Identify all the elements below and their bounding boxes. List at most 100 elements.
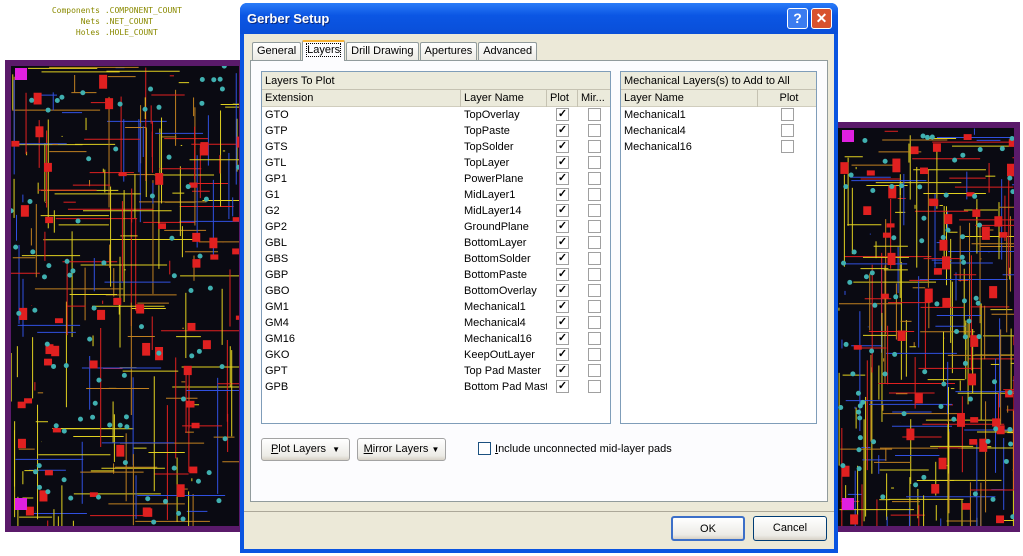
mechanical-layers-list[interactable]: Mechanical Layers(s) to Add to All Plots… — [620, 71, 817, 424]
column-header-mirror[interactable]: Mir... — [578, 90, 611, 107]
pcb-pad — [191, 422, 200, 429]
layer-row[interactable]: GTL TopLayer ✓ — [262, 155, 610, 171]
mirror-checkbox[interactable] — [588, 300, 601, 313]
plot-checkbox[interactable] — [781, 140, 794, 153]
layer-row[interactable]: GBO BottomOverlay ✓ — [262, 283, 610, 299]
plot-checkbox[interactable]: ✓ — [556, 108, 569, 121]
mirror-checkbox[interactable] — [588, 124, 601, 137]
plot-checkbox[interactable] — [781, 124, 794, 137]
plot-checkbox[interactable]: ✓ — [556, 236, 569, 249]
checkbox-box[interactable] — [478, 442, 491, 455]
dialog-title: Gerber Setup — [247, 11, 330, 26]
layer-row[interactable]: GTS TopSolder ✓ — [262, 139, 610, 155]
mirror-checkbox[interactable] — [588, 236, 601, 249]
ok-button[interactable]: OK — [671, 516, 745, 541]
layer-row[interactable]: GTP TopPaste ✓ — [262, 123, 610, 139]
mirror-checkbox[interactable] — [588, 316, 601, 329]
tab-layers[interactable]: Layers — [302, 40, 346, 61]
mirror-checkbox[interactable] — [588, 348, 601, 361]
mirror-checkbox[interactable] — [588, 220, 601, 233]
title-bar[interactable]: Gerber Setup ? ✕ — [240, 3, 838, 34]
tab-apertures[interactable]: Apertures — [419, 42, 478, 60]
layer-row[interactable]: GBS BottomSolder ✓ — [262, 251, 610, 267]
column-header-layer-name[interactable]: Layer Name — [621, 90, 758, 107]
column-header-extension[interactable]: Extension — [262, 90, 461, 107]
mirror-checkbox[interactable] — [588, 204, 601, 217]
mechanical-layer-row[interactable]: Mechanical4 — [621, 123, 816, 139]
pcb-pad — [897, 330, 906, 341]
plot-checkbox[interactable]: ✓ — [556, 156, 569, 169]
plot-checkbox[interactable]: ✓ — [556, 220, 569, 233]
pcb-via — [991, 379, 997, 385]
mechanical-layer-row[interactable]: Mechanical16 — [621, 139, 816, 155]
plot-checkbox[interactable] — [781, 108, 794, 121]
layer-row[interactable]: GBP BottomPaste ✓ — [262, 267, 610, 283]
pcb-via — [973, 295, 979, 301]
cancel-button[interactable]: Cancel — [753, 516, 827, 541]
mirror-checkbox[interactable] — [588, 268, 601, 281]
plot-checkbox[interactable]: ✓ — [556, 124, 569, 137]
pcb-via — [176, 510, 182, 516]
tab-advanced[interactable]: Advanced — [478, 42, 538, 60]
layer-row[interactable]: GBL BottomLayer ✓ — [262, 235, 610, 251]
layer-row[interactable]: GP1 PowerPlane ✓ — [262, 171, 610, 187]
help-button[interactable]: ? — [787, 8, 808, 29]
mirror-checkbox[interactable] — [588, 364, 601, 377]
pcb-via — [921, 215, 927, 221]
pcb-via — [211, 77, 217, 83]
tab-drill-drawing[interactable]: Drill Drawing — [346, 42, 419, 60]
column-header-plot[interactable]: Plot — [758, 90, 817, 107]
layer-name: BottomOverlay — [464, 285, 537, 297]
pcb-via — [869, 270, 875, 276]
column-header-layer-name[interactable]: Layer Name — [461, 90, 547, 107]
plot-checkbox[interactable]: ✓ — [556, 284, 569, 297]
layers-to-plot-list[interactable]: Layers To Plot Extension Layer Name Plot… — [261, 71, 611, 424]
pcb-via — [999, 146, 1005, 152]
mirror-checkbox[interactable] — [588, 108, 601, 121]
plot-checkbox[interactable]: ✓ — [556, 140, 569, 153]
layer-row[interactable]: GPB Bottom Pad Master ✓ — [262, 379, 610, 395]
mirror-checkbox[interactable] — [588, 172, 601, 185]
pcb-pad — [931, 484, 940, 494]
mirror-checkbox[interactable] — [588, 252, 601, 265]
plot-checkbox[interactable]: ✓ — [556, 364, 569, 377]
mirror-checkbox[interactable] — [588, 380, 601, 393]
layer-row[interactable]: GTO TopOverlay ✓ — [262, 107, 610, 123]
plot-checkbox[interactable]: ✓ — [556, 348, 569, 361]
layer-row[interactable]: GM1 Mechanical1 ✓ — [262, 299, 610, 315]
mechanical-layer-row[interactable]: Mechanical1 — [621, 107, 816, 123]
layer-row[interactable]: GM16 Mechanical16 ✓ — [262, 331, 610, 347]
pcb-via — [113, 146, 119, 152]
mirror-layers-button[interactable]: Mirror Layers ▼ — [357, 438, 446, 461]
mirror-checkbox[interactable] — [588, 188, 601, 201]
layer-name: MidLayer14 — [464, 205, 522, 217]
layer-row[interactable]: GPT Top Pad Master ✓ — [262, 363, 610, 379]
plot-checkbox[interactable]: ✓ — [556, 172, 569, 185]
layer-row[interactable]: GM4 Mechanical4 ✓ — [262, 315, 610, 331]
pcb-via — [185, 184, 191, 190]
plot-checkbox[interactable]: ✓ — [556, 332, 569, 345]
mirror-checkbox[interactable] — [588, 140, 601, 153]
pcb-via — [959, 254, 965, 260]
plot-checkbox[interactable]: ✓ — [556, 204, 569, 217]
plot-checkbox[interactable]: ✓ — [556, 316, 569, 329]
plot-checkbox[interactable]: ✓ — [556, 268, 569, 281]
layer-row[interactable]: G1 MidLayer1 ✓ — [262, 187, 610, 203]
mirror-checkbox[interactable] — [588, 332, 601, 345]
plot-checkbox[interactable]: ✓ — [556, 300, 569, 313]
pcb-via — [61, 428, 67, 434]
layer-row[interactable]: G2 MidLayer14 ✓ — [262, 203, 610, 219]
layer-row[interactable]: GKO KeepOutLayer ✓ — [262, 347, 610, 363]
plot-checkbox[interactable]: ✓ — [556, 252, 569, 265]
layer-extension: GTS — [265, 141, 288, 153]
mirror-checkbox[interactable] — [588, 284, 601, 297]
tab-general[interactable]: General — [252, 42, 302, 60]
column-header-plot[interactable]: Plot — [547, 90, 578, 107]
plot-checkbox[interactable]: ✓ — [556, 380, 569, 393]
layer-row[interactable]: GP2 GroundPlane ✓ — [262, 219, 610, 235]
mirror-checkbox[interactable] — [588, 156, 601, 169]
plot-checkbox[interactable]: ✓ — [556, 188, 569, 201]
pcb-pad — [142, 507, 151, 517]
plot-layers-button[interactable]: Plot Layers ▼ — [261, 438, 350, 461]
close-button[interactable]: ✕ — [811, 8, 832, 29]
